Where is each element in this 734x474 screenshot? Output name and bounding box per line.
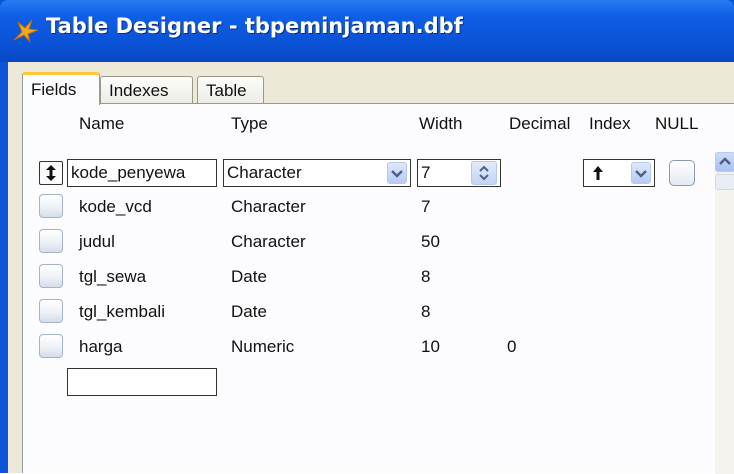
row-width[interactable]: 7 bbox=[421, 197, 430, 217]
index-dropdown-button[interactable] bbox=[631, 162, 651, 184]
row-selector[interactable] bbox=[39, 264, 63, 288]
row-width[interactable]: 8 bbox=[421, 302, 430, 322]
row-selector[interactable] bbox=[39, 229, 63, 253]
scroll-up-button[interactable] bbox=[715, 152, 734, 172]
row-selector[interactable] bbox=[39, 194, 63, 218]
row-type[interactable]: Character bbox=[231, 197, 306, 217]
tab-indexes[interactable]: Indexes bbox=[100, 76, 193, 104]
foxpro-icon bbox=[13, 19, 39, 43]
row-type[interactable]: Date bbox=[231, 267, 267, 287]
tab-table[interactable]: Table bbox=[197, 76, 264, 104]
row-width[interactable]: 8 bbox=[421, 267, 430, 287]
arrow-up-icon bbox=[593, 166, 603, 180]
row-width[interactable]: 50 bbox=[421, 232, 440, 252]
tab-fields[interactable]: Fields bbox=[22, 72, 100, 105]
header-index: Index bbox=[589, 114, 631, 133]
spin-arrows-icon bbox=[479, 165, 489, 181]
header-name: Name bbox=[79, 114, 125, 133]
field-width-value: 7 bbox=[421, 163, 431, 182]
field-type-select[interactable]: Character bbox=[223, 159, 411, 187]
title-bar[interactable]: Table Designer - tbpeminjaman.dbf bbox=[0, 0, 734, 62]
table-designer-window: Table Designer - tbpeminjaman.dbf Fields… bbox=[0, 0, 734, 474]
field-type-value: Character bbox=[227, 163, 302, 182]
move-updown-icon bbox=[46, 165, 56, 181]
row-type[interactable]: Character bbox=[231, 232, 306, 252]
chevron-down-icon bbox=[391, 170, 403, 178]
header-null: NULL bbox=[655, 114, 699, 133]
new-field-input[interactable] bbox=[67, 368, 217, 396]
row-name[interactable]: kode_vcd bbox=[79, 197, 152, 217]
header-decimal: Decimal bbox=[509, 114, 571, 133]
row-selector[interactable] bbox=[39, 334, 63, 358]
row-name[interactable]: tgl_kembali bbox=[79, 302, 165, 322]
row-name[interactable]: harga bbox=[79, 337, 122, 357]
vertical-scrollbar[interactable] bbox=[715, 152, 734, 474]
row-mover-button[interactable] bbox=[39, 161, 63, 185]
row-name[interactable]: judul bbox=[79, 232, 115, 252]
row-type[interactable]: Date bbox=[231, 302, 267, 322]
chevron-up-icon bbox=[719, 157, 731, 165]
dialog-body: Fields Indexes Table Name Type Width Dec… bbox=[8, 62, 734, 474]
row-name[interactable]: tgl_sewa bbox=[79, 267, 146, 287]
fields-grid: Name Type Width Decimal Index NULL kode_… bbox=[22, 103, 734, 474]
null-checkbox[interactable] bbox=[669, 160, 695, 186]
row-selector[interactable] bbox=[39, 299, 63, 323]
row-decimal[interactable]: 0 bbox=[507, 337, 516, 357]
field-name-input[interactable]: kode_penyewa bbox=[67, 159, 217, 187]
field-index-select[interactable] bbox=[583, 159, 655, 187]
header-type: Type bbox=[231, 114, 268, 133]
chevron-down-icon bbox=[635, 170, 647, 178]
field-width-spinner[interactable]: 7 bbox=[417, 159, 501, 187]
header-width: Width bbox=[419, 114, 463, 133]
scroll-thumb[interactable] bbox=[715, 174, 734, 190]
width-spin-button[interactable] bbox=[471, 161, 497, 185]
window-title: Table Designer - tbpeminjaman.dbf bbox=[46, 14, 463, 38]
type-dropdown-button[interactable] bbox=[387, 162, 407, 184]
row-width[interactable]: 10 bbox=[421, 337, 440, 357]
row-type[interactable]: Numeric bbox=[231, 337, 294, 357]
